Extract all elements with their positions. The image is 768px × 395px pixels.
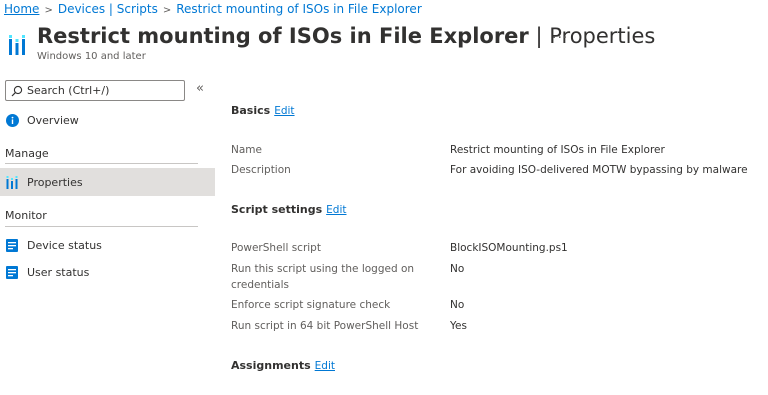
breadcrumb-current[interactable]: Restrict mounting of ISOs in File Explor… (176, 2, 422, 16)
page-title-main: Restrict mounting of ISOs in File Explor… (37, 24, 529, 48)
divider (5, 226, 198, 227)
sidebar-item-label: User status (27, 265, 90, 279)
info-icon (5, 113, 19, 127)
basics-edit-link[interactable]: Edit (274, 105, 294, 117)
powershell-host-64bit-value: Yes (450, 320, 467, 332)
basics-title: Basics (231, 104, 271, 117)
assignments-heading: Assignments Edit (231, 359, 335, 372)
search-box[interactable] (5, 80, 185, 101)
title-separator: | (535, 24, 543, 48)
signature-check-label: Enforce script signature check (231, 299, 391, 311)
status-report-icon (5, 265, 19, 279)
sidebar-section-manage: Manage (5, 147, 49, 160)
script-settings-title: Script settings (231, 203, 323, 216)
assignments-edit-link[interactable]: Edit (315, 360, 335, 372)
description-label: Description (231, 164, 291, 176)
logged-on-credentials-value: No (450, 263, 465, 275)
script-settings-heading: Script settings Edit (231, 203, 347, 216)
name-value: Restrict mounting of ISOs in File Explor… (450, 144, 665, 156)
powershell-host-64bit-label: Run script in 64 bit PowerShell Host (231, 320, 419, 332)
sidebar-item-label: Device status (27, 238, 102, 252)
collapse-sidebar-button[interactable]: « (196, 81, 204, 96)
properties-icon (5, 175, 19, 189)
signature-check-value: No (450, 299, 465, 311)
breadcrumb-devices-scripts[interactable]: Devices | Scripts (58, 2, 158, 16)
basics-heading: Basics Edit (231, 104, 295, 117)
sidebar-item-properties[interactable]: Properties (0, 168, 215, 196)
sidebar-section-monitor: Monitor (5, 209, 47, 222)
powershell-script-value: BlockISOMounting.ps1 (450, 242, 568, 254)
name-label: Name (231, 144, 262, 156)
search-input[interactable] (27, 84, 177, 97)
powershell-script-label: PowerShell script (231, 242, 321, 254)
assignments-title: Assignments (231, 359, 311, 372)
properties-icon (9, 35, 25, 55)
script-settings-edit-link[interactable]: Edit (326, 204, 346, 216)
search-icon (11, 85, 23, 96)
chevron-right-icon: > (44, 5, 53, 16)
sidebar-item-label: Overview (27, 113, 79, 127)
breadcrumb-home[interactable]: Home (4, 2, 39, 16)
sidebar-item-user-status[interactable]: User status (0, 258, 215, 286)
sidebar-item-overview[interactable]: Overview (0, 106, 215, 134)
sidebar-item-label: Properties (27, 175, 83, 189)
chevron-right-icon: > (162, 5, 172, 16)
page-subtitle: Windows 10 and later (37, 51, 146, 62)
description-value: For avoiding ISO-delivered MOTW bypassin… (450, 164, 748, 176)
breadcrumb: Home > Devices | Scripts > Restrict mounting… (4, 2, 422, 16)
divider (5, 163, 198, 164)
more-options-icon[interactable]: ··· (552, 30, 568, 46)
logged-on-credentials-label: Run this script using the logged on cred… (231, 263, 415, 291)
sidebar-item-device-status[interactable]: Device status (0, 231, 215, 259)
status-report-icon (5, 238, 19, 252)
